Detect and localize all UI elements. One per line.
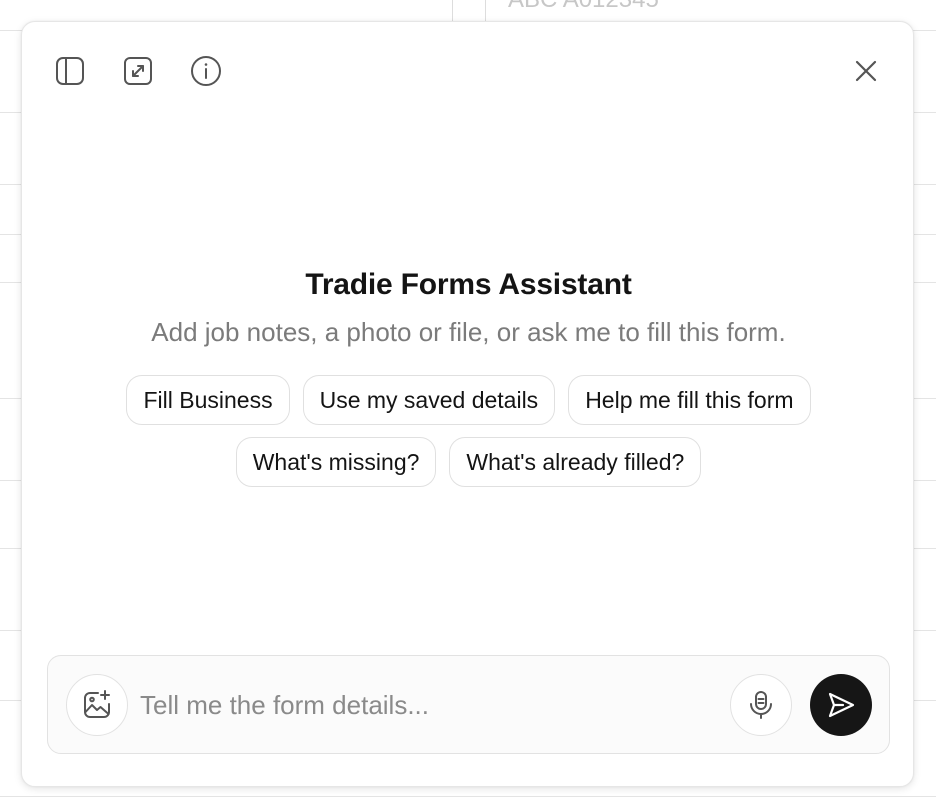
expand-button[interactable] — [120, 53, 156, 89]
info-icon — [191, 56, 221, 86]
background-divider — [452, 0, 453, 22]
message-composer — [47, 655, 890, 754]
assistant-subtitle: Add job notes, a photo or file, or ask m… — [151, 317, 786, 347]
expand-icon — [124, 57, 152, 85]
add-image-icon — [84, 690, 110, 718]
close-icon — [855, 60, 877, 82]
message-input[interactable] — [140, 682, 720, 728]
whats-missing-chip[interactable]: What's missing? — [235, 437, 437, 487]
whats-filled-chip[interactable]: What's already filled? — [449, 437, 702, 487]
attach-image-button[interactable] — [66, 674, 128, 736]
close-button[interactable] — [848, 53, 884, 89]
fill-business-chip[interactable]: Fill Business — [126, 375, 290, 425]
sidebar-icon — [56, 57, 84, 85]
background-divider — [0, 796, 936, 797]
background-divider — [485, 0, 486, 22]
assistant-title: Tradie Forms Assistant — [305, 268, 632, 301]
voice-input-button[interactable] — [730, 674, 792, 736]
microphone-icon — [750, 691, 772, 719]
suggestion-chips-row: What's missing? What's already filled? — [22, 437, 915, 487]
assistant-panel: Tradie Forms Assistant Add job notes, a … — [21, 21, 914, 787]
background-field-value: ABC A012345 — [508, 0, 659, 14]
help-fill-form-chip[interactable]: Help me fill this form — [568, 375, 811, 425]
send-button[interactable] — [810, 674, 872, 736]
use-saved-details-chip[interactable]: Use my saved details — [302, 375, 556, 425]
suggestion-chips-row: Fill Business Use my saved details Help … — [22, 375, 915, 425]
send-icon — [828, 692, 855, 718]
assistant-intro: Tradie Forms Assistant Add job notes, a … — [22, 266, 915, 348]
info-button[interactable] — [188, 53, 224, 89]
toggle-sidebar-button[interactable] — [52, 53, 88, 89]
